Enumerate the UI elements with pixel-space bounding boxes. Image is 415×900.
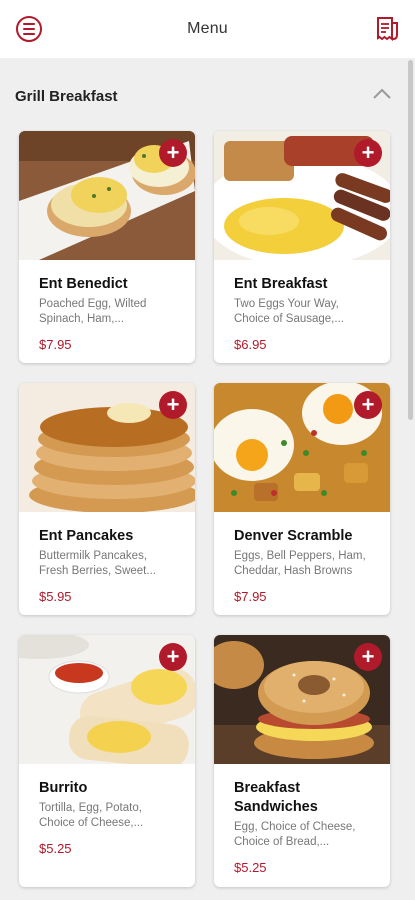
item-description-line: Choice of Cheese,... <box>39 817 144 829</box>
menu-item-card[interactable]: + Breakfast Sandwiches Egg, Choice of Ch… <box>214 635 390 887</box>
menu-item-card[interactable]: + Ent Benedict Poached Egg, Wilted Spina… <box>19 131 195 363</box>
item-price: $5.25 <box>39 841 72 856</box>
item-price: $6.95 <box>234 337 267 352</box>
item-description-line: Spinach, Ham,... <box>39 313 125 325</box>
chevron-up-icon[interactable] <box>372 86 392 100</box>
item-description-line: Tortilla, Egg, Potato, <box>39 802 142 814</box>
item-price: $7.95 <box>234 589 267 604</box>
item-description-line: Cheddar, Hash Browns <box>234 565 353 577</box>
menu-item-card[interactable]: + Ent Pancakes Buttermilk Pancakes, Fres… <box>19 383 195 615</box>
item-description: Buttermilk Pancakes, Fresh Berries, Swee… <box>39 549 175 579</box>
add-item-button[interactable]: + <box>354 391 382 419</box>
item-description-line: Eggs, Bell Peppers, Ham, <box>234 550 366 562</box>
item-name-line: Sandwiches <box>234 799 318 815</box>
item-image: + <box>214 635 390 764</box>
item-description: Two Eggs Your Way, Choice of Sausage,... <box>234 297 370 327</box>
item-price: $5.25 <box>234 860 267 875</box>
item-description-line: Choice of Bread,... <box>234 836 330 848</box>
add-item-button[interactable]: + <box>159 391 187 419</box>
item-name: Burrito <box>39 780 88 796</box>
add-item-button[interactable]: + <box>354 643 382 671</box>
section-header[interactable]: Grill Breakfast <box>0 74 404 118</box>
item-name: Ent Pancakes <box>39 528 134 544</box>
section-title: Grill Breakfast <box>15 87 118 105</box>
item-image: + <box>214 383 390 512</box>
item-price: $7.95 <box>39 337 72 352</box>
item-price: $5.95 <box>39 589 72 604</box>
add-item-button[interactable]: + <box>354 139 382 167</box>
item-name: Breakfast Sandwiches <box>234 779 370 817</box>
item-image: + <box>214 131 390 260</box>
item-description-line: Poached Egg, Wilted <box>39 298 147 310</box>
receipt-icon[interactable] <box>373 15 401 43</box>
item-description-line: Fresh Berries, Sweet... <box>39 565 156 577</box>
item-description: Poached Egg, Wilted Spinach, Ham,... <box>39 297 175 327</box>
item-description: Eggs, Bell Peppers, Ham, Cheddar, Hash B… <box>234 549 370 579</box>
scrollbar[interactable] <box>408 60 413 420</box>
page-title: Menu <box>187 20 228 37</box>
menu-item-card[interactable]: + Denver Scramble Eggs, Bell Peppers, Ha… <box>214 383 390 615</box>
item-description: Tortilla, Egg, Potato, Choice of Cheese,… <box>39 801 175 831</box>
item-image: + <box>19 131 195 260</box>
menu-item-card[interactable]: + Burrito Tortilla, Egg, Potato, Choice … <box>19 635 195 887</box>
item-image: + <box>19 383 195 512</box>
item-description: Egg, Choice of Cheese, Choice of Bread,.… <box>234 820 370 850</box>
item-name: Denver Scramble <box>234 528 353 544</box>
add-item-button[interactable]: + <box>159 139 187 167</box>
top-bar: Menu <box>0 0 415 58</box>
item-image: + <box>19 635 195 764</box>
add-item-button[interactable]: + <box>159 643 187 671</box>
item-description-line: Choice of Sausage,... <box>234 313 344 325</box>
item-name: Ent Benedict <box>39 276 128 292</box>
item-description-line: Egg, Choice of Cheese, <box>234 821 356 833</box>
item-description-line: Buttermilk Pancakes, <box>39 550 148 562</box>
item-name: Ent Breakfast <box>234 276 328 292</box>
hamburger-menu-icon[interactable] <box>16 16 42 42</box>
menu-item-card[interactable]: + Ent Breakfast Two Eggs Your Way, Choic… <box>214 131 390 363</box>
item-description-line: Two Eggs Your Way, <box>234 298 339 310</box>
item-name-line: Breakfast <box>234 780 301 796</box>
